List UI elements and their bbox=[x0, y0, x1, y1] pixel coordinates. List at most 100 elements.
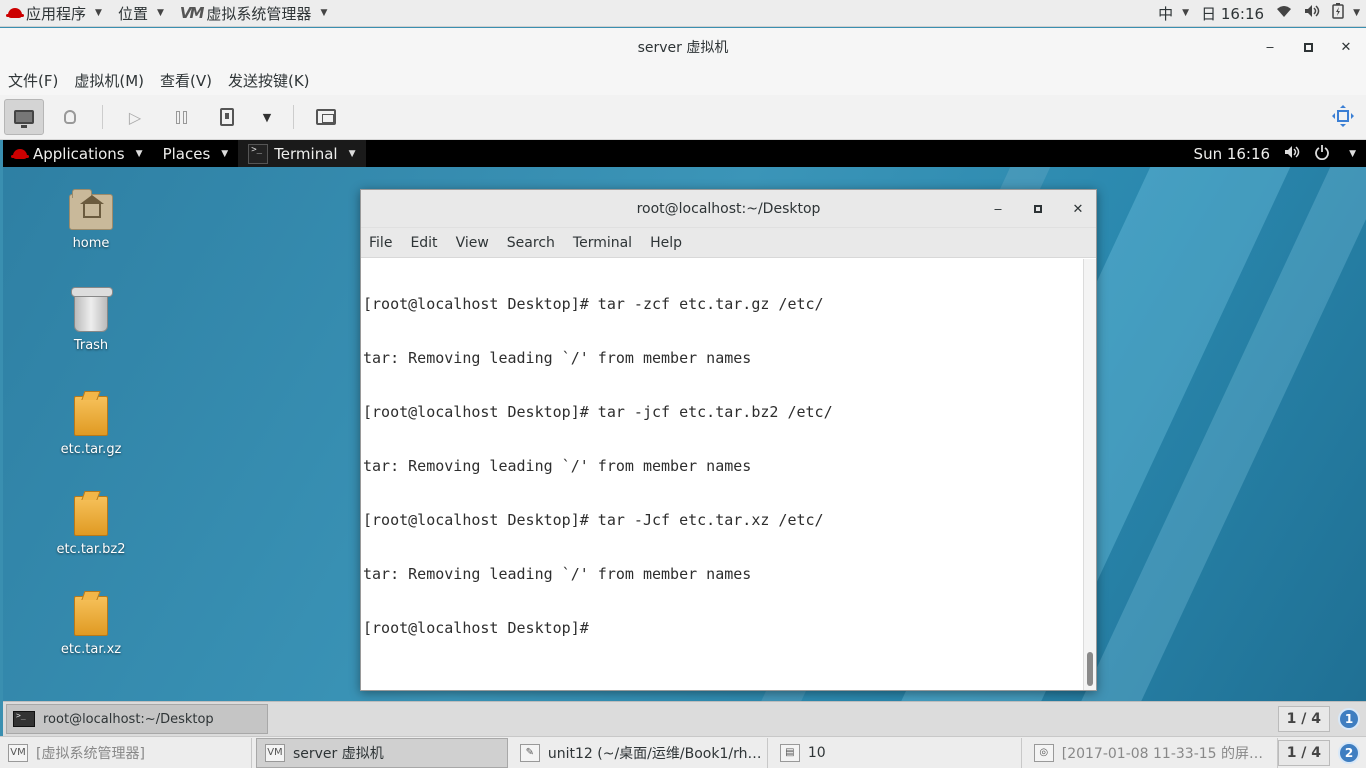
virt-manager-icon: VM bbox=[264, 743, 285, 762]
terminal-titlebar[interactable]: root@localhost:~/Desktop ‒ ✕ bbox=[361, 190, 1096, 228]
close-button[interactable]: ✕ bbox=[1336, 37, 1356, 57]
wifi-icon bbox=[1276, 4, 1292, 22]
details-view-button[interactable] bbox=[50, 99, 90, 135]
archive-icon bbox=[74, 496, 108, 536]
monitor-icon bbox=[14, 110, 34, 128]
guest-terminal-menu[interactable]: >_ Terminal ▼ bbox=[238, 140, 366, 167]
terminal-menu-help[interactable]: Help bbox=[650, 235, 682, 251]
terminal-line: [root@localhost Desktop]# tar -Jcf etc.t… bbox=[363, 511, 824, 529]
guest-applications-label: Applications bbox=[33, 144, 125, 163]
menu-file[interactable]: 文件(F) bbox=[8, 70, 58, 91]
host-task-virt-manager[interactable]: VM [虚拟系统管理器] bbox=[0, 737, 252, 768]
terminal-line: [root@localhost Desktop]# tar -jcf etc.t… bbox=[363, 403, 833, 421]
desktop-icon-etc-tar-xz[interactable]: etc.tar.xz bbox=[46, 596, 136, 657]
snapshots-button[interactable] bbox=[306, 99, 346, 135]
terminal-menu-search[interactable]: Search bbox=[507, 235, 555, 251]
chevron-down-icon: ▼ bbox=[135, 148, 143, 159]
host-workspace-switcher[interactable]: 1 / 4 bbox=[1277, 739, 1331, 766]
vm-window-titlebar[interactable]: server 虚拟机 ‒ ✕ bbox=[0, 28, 1366, 66]
terminal-line: [root@localhost Desktop]# tar -zcf etc.t… bbox=[363, 295, 824, 313]
guest-task-terminal[interactable]: >_ root@localhost:~/Desktop bbox=[6, 704, 268, 734]
pause-button[interactable] bbox=[161, 99, 201, 135]
maximize-icon bbox=[1303, 42, 1313, 52]
desktop-icon-etc-tar-bz2[interactable]: etc.tar.bz2 bbox=[46, 496, 136, 557]
chevron-down-icon: ▼ bbox=[262, 110, 272, 124]
menu-vm[interactable]: 虚拟机(M) bbox=[74, 70, 144, 91]
host-task-label: [虚拟系统管理器] bbox=[36, 745, 145, 762]
guest-display[interactable]: Applications ▼ Places ▼ >_ Terminal ▼ Su… bbox=[3, 140, 1366, 736]
host-task-server-vm[interactable]: VM server 虚拟机 bbox=[255, 737, 508, 768]
host-task-label: 10 bbox=[807, 744, 826, 761]
guest-workspace-indicator[interactable]: 1 bbox=[1338, 708, 1360, 730]
input-method-menu[interactable]: 中 ▼ bbox=[1152, 0, 1195, 27]
host-places-label: 位置 bbox=[117, 4, 148, 23]
fullscreen-button[interactable] bbox=[1332, 105, 1354, 133]
terminal-icon: >_ bbox=[248, 143, 269, 164]
guest-workspace-switcher[interactable]: 1 / 4 bbox=[1277, 706, 1330, 732]
terminal-menu-file[interactable]: File bbox=[369, 235, 392, 251]
host-applications-menu[interactable]: 应用程序 ▼ bbox=[0, 0, 110, 27]
chevron-down-icon: ▼ bbox=[348, 148, 356, 159]
minimize-button[interactable]: ‒ bbox=[1260, 37, 1280, 57]
guest-bottom-bar: >_ root@localhost:~/Desktop 1 / 4 1 bbox=[3, 701, 1366, 736]
host-app-menu[interactable]: VM 虚拟系统管理器 ▼ bbox=[172, 0, 335, 27]
host-task-label: [2017-01-08 11-33-15 的屏… bbox=[1061, 745, 1264, 762]
run-button[interactable]: ▷ bbox=[115, 99, 155, 135]
chevron-down-icon: ▼ bbox=[1353, 8, 1360, 18]
chevron-down-icon: ▼ bbox=[221, 148, 229, 159]
window-icon: ▤ bbox=[779, 743, 800, 762]
desktop-icon-label: Trash bbox=[73, 338, 109, 353]
battery-icon bbox=[1332, 3, 1344, 23]
desktop-icon-home[interactable]: home bbox=[46, 189, 136, 251]
terminal-menu-view[interactable]: View bbox=[456, 235, 489, 251]
desktop-icon-etc-tar-gz[interactable]: etc.tar.gz bbox=[46, 396, 136, 457]
virt-manager-icon: VM bbox=[179, 4, 205, 22]
archive-icon bbox=[74, 596, 108, 636]
host-task-editor[interactable]: ✎ unit12 (~/桌面/运维/Book1/rh… bbox=[512, 737, 768, 768]
terminal-line: tar: Removing leading `/' from member na… bbox=[363, 349, 752, 367]
toolbar-separator bbox=[102, 105, 103, 129]
menu-send-key[interactable]: 发送按键(K) bbox=[228, 70, 310, 91]
host-task-screenshot[interactable]: ◎ [2017-01-08 11-33-15 的屏… bbox=[1026, 737, 1278, 768]
power-icon[interactable] bbox=[1314, 144, 1330, 164]
host-places-menu[interactable]: 位置 ▼ bbox=[110, 0, 172, 27]
chevron-down-icon[interactable]: ▼ bbox=[1349, 149, 1356, 159]
desktop-icon-trash[interactable]: Trash bbox=[46, 287, 136, 353]
scrollbar-thumb[interactable] bbox=[1087, 652, 1093, 686]
terminal-maximize-button[interactable] bbox=[1028, 199, 1048, 219]
volume-icon[interactable] bbox=[1284, 145, 1300, 163]
redhat-icon bbox=[6, 8, 24, 18]
terminal-close-button[interactable]: ✕ bbox=[1068, 199, 1088, 219]
host-task-10[interactable]: ▤ 10 bbox=[772, 737, 1022, 768]
terminal-line: tar: Removing leading `/' from member na… bbox=[363, 565, 752, 583]
host-applications-label: 应用程序 bbox=[26, 4, 87, 23]
desktop-icon-label: etc.tar.xz bbox=[60, 642, 122, 657]
host-clock[interactable]: 日 16:16 bbox=[1195, 0, 1270, 27]
terminal-window[interactable]: root@localhost:~/Desktop ‒ ✕ File Edit V… bbox=[360, 189, 1097, 691]
guest-applications-menu[interactable]: Applications ▼ bbox=[3, 140, 153, 167]
shutdown-button[interactable] bbox=[207, 99, 247, 135]
chevron-down-icon: ▼ bbox=[156, 8, 164, 18]
host-system-menu[interactable]: ▼ bbox=[1270, 0, 1366, 27]
shutdown-menu-button[interactable]: ▼ bbox=[253, 99, 281, 135]
guest-places-menu[interactable]: Places ▼ bbox=[153, 140, 239, 167]
trash-icon bbox=[71, 287, 113, 332]
terminal-minimize-button[interactable]: ‒ bbox=[988, 199, 1008, 219]
terminal-scrollbar[interactable] bbox=[1083, 259, 1096, 690]
power-device-icon bbox=[220, 108, 234, 126]
terminal-menu-edit[interactable]: Edit bbox=[410, 235, 437, 251]
terminal-menu-terminal[interactable]: Terminal bbox=[573, 235, 632, 251]
pause-icon bbox=[175, 110, 187, 124]
host-workspace-indicator[interactable]: 2 bbox=[1338, 741, 1361, 764]
host-app-label: 虚拟系统管理器 bbox=[206, 4, 312, 23]
home-folder-icon bbox=[69, 189, 113, 230]
console-view-button[interactable] bbox=[4, 99, 44, 135]
chevron-down-icon: ▼ bbox=[320, 8, 328, 18]
menu-view[interactable]: 查看(V) bbox=[160, 70, 212, 91]
text-editor-icon: ✎ bbox=[519, 743, 540, 762]
maximize-button[interactable] bbox=[1298, 37, 1318, 57]
guest-task-label: root@localhost:~/Desktop bbox=[43, 711, 214, 727]
terminal-output[interactable]: [root@localhost Desktop]# tar -zcf etc.t… bbox=[361, 259, 1085, 690]
terminal-line: tar: Removing leading `/' from member na… bbox=[363, 457, 752, 475]
guest-clock[interactable]: Sun 16:16 bbox=[1194, 145, 1271, 163]
